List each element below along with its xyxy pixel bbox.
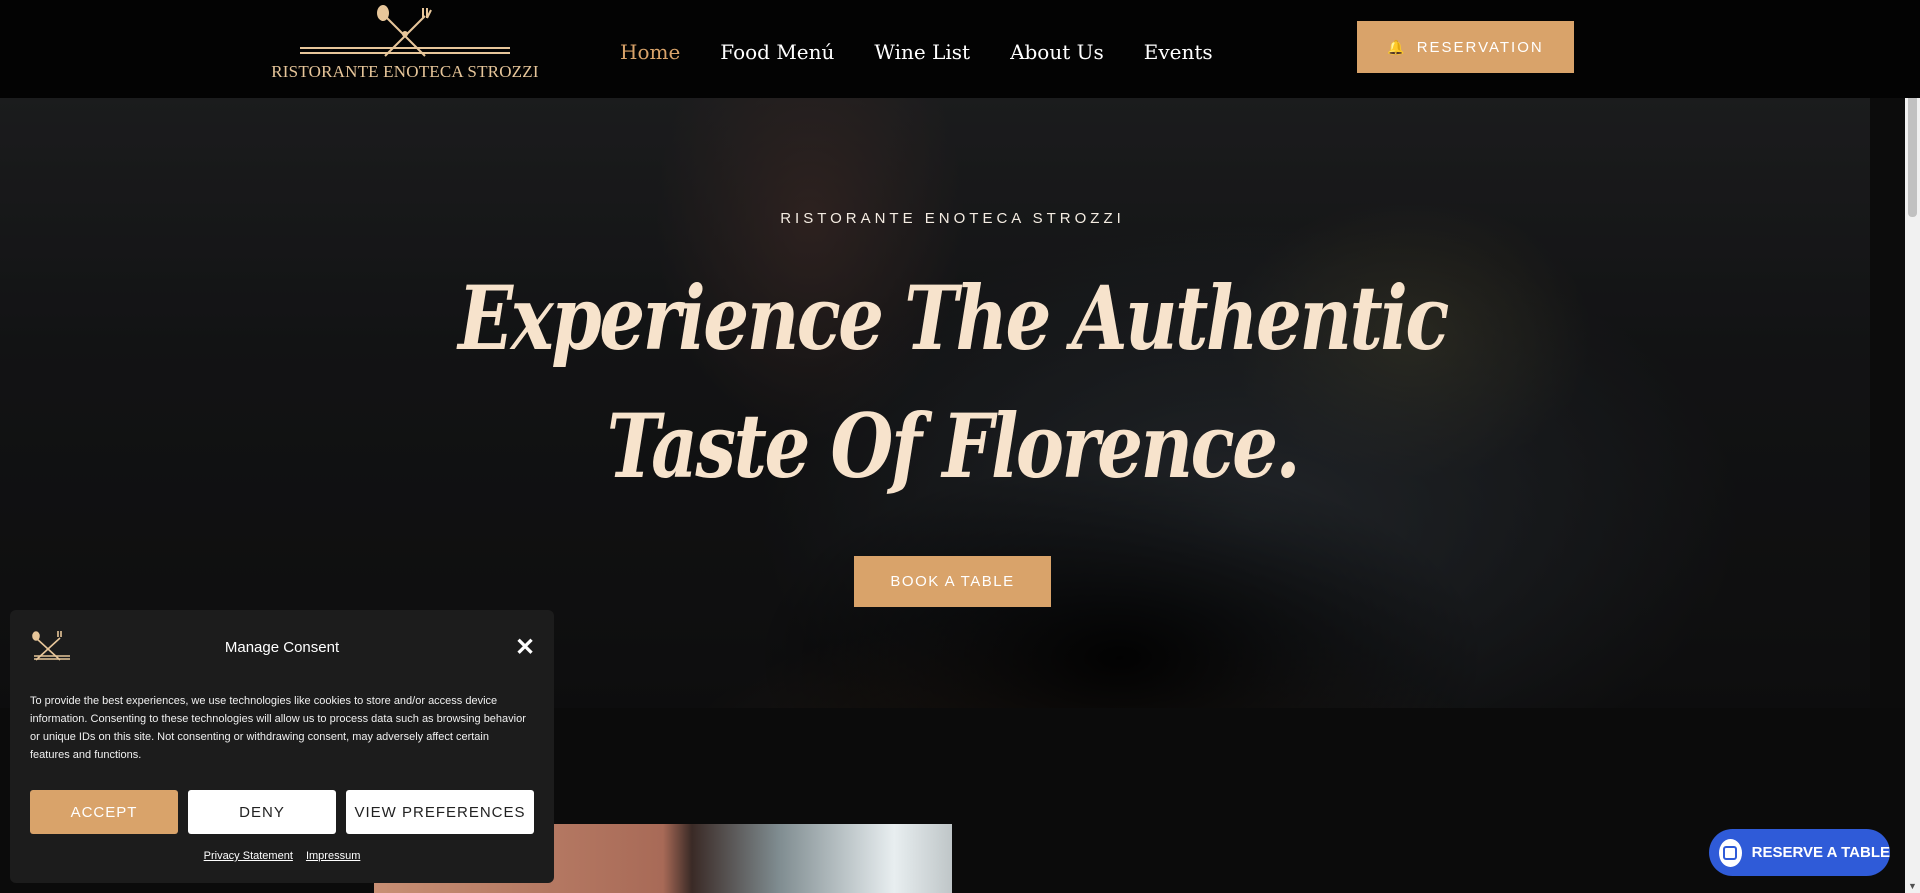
reservation-button[interactable]: 🔔 RESERVATION — [1357, 21, 1574, 73]
hero-headline-bold: Florence. — [942, 394, 1300, 498]
main-nav: Home Food Menú Wine List About Us Events — [620, 40, 1213, 64]
reservation-label: RESERVATION — [1416, 38, 1544, 56]
reserve-table-float-button[interactable]: RESERVE A TABLE — [1709, 829, 1890, 876]
hero-headline-regular: Taste Of — [606, 394, 922, 498]
book-table-button[interactable]: BOOK A TABLE — [854, 556, 1051, 607]
accept-button[interactable]: ACCEPT — [30, 790, 178, 834]
bell-icon: 🔔 — [1387, 38, 1407, 55]
view-preferences-button[interactable]: VIEW PREFERENCES — [346, 790, 534, 834]
consent-text: To provide the best experiences, we use … — [30, 695, 526, 761]
site-header: RISTORANTE ENOTECA STROZZI Home Food Men… — [0, 0, 1920, 98]
nav-item-food-menu[interactable]: Food Menú — [720, 40, 834, 64]
privacy-statement-link[interactable]: Privacy Statement — [204, 850, 293, 862]
page-scrollbar[interactable]: ▲ ▼ — [1905, 0, 1920, 893]
site-logo[interactable]: RISTORANTE ENOTECA STROZZI — [270, 4, 540, 81]
cutlery-logo-icon — [300, 5, 510, 57]
deny-button[interactable]: DENY — [188, 790, 336, 834]
consent-dialog: Manage Consent ✕ To provide the best exp… — [10, 610, 554, 883]
impressum-link[interactable]: Impressum — [306, 850, 360, 862]
reserve-table-label: RESERVE A TABLE — [1751, 844, 1890, 861]
hero-headline-line1: Experience The Authentic — [458, 266, 1449, 370]
nav-item-home[interactable]: Home — [620, 40, 680, 64]
logo-text: RISTORANTE ENOTECA STROZZI — [271, 62, 539, 81]
scroll-down-arrow-icon[interactable]: ▼ — [1905, 878, 1920, 893]
consent-links: Privacy Statement Impressum — [10, 850, 554, 862]
nav-item-about-us[interactable]: About Us — [1010, 40, 1104, 64]
nav-item-events[interactable]: Events — [1144, 40, 1213, 64]
consent-title: Manage Consent — [224, 639, 340, 656]
calendar-icon — [1719, 838, 1742, 867]
hero-subtitle: RISTORANTE ENOTECA STROZZI — [780, 210, 1125, 227]
nav-item-wine-list[interactable]: Wine List — [874, 40, 970, 64]
hero-headline-line2: Taste Of Florence. — [171, 394, 1733, 498]
close-icon[interactable]: ✕ — [515, 636, 535, 660]
